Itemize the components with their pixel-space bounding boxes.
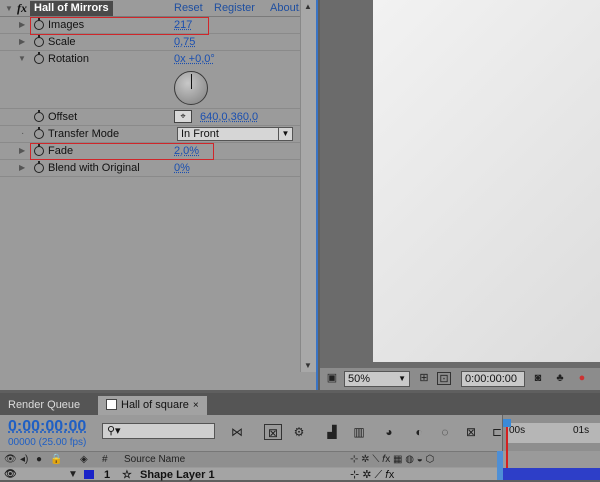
viewer-timecode[interactable]: 0:00:00:00 <box>461 371 525 387</box>
effect-controls-panel: ▼ fx Hall of Mirrors Reset Register Abou… <box>0 0 318 390</box>
frame-blending-icon[interactable]: ▥ <box>350 424 368 440</box>
property-label-scale: Scale <box>48 36 76 48</box>
snapshot-icon[interactable]: ◙ <box>531 372 545 385</box>
effect-name-label: Hall of Mirrors <box>30 1 113 16</box>
hide-shy-layers-icon[interactable]: ▟ <box>323 424 341 440</box>
property-row-transfer-mode: · Transfer Mode In Front ▼ <box>0 126 300 143</box>
dropdown-arrow-icon: ▼ <box>278 128 292 140</box>
property-value-blend[interactable]: 0% <box>174 160 190 176</box>
twirl-closed-icon[interactable]: ▶ <box>19 34 25 50</box>
transfer-mode-dropdown[interactable]: In Front ▼ <box>177 127 293 141</box>
channel-rgb-icon[interactable]: ● <box>575 372 589 385</box>
highlight-images <box>30 17 209 35</box>
live-update-icon[interactable]: ⊠ <box>264 424 282 440</box>
property-value-rotation[interactable]: 0x +0,0° <box>174 51 215 67</box>
column-source-name[interactable]: Source Name <box>124 452 185 467</box>
tab-render-queue[interactable]: Render Queue <box>0 396 88 415</box>
tab-hall-of-square[interactable]: Hall of square × <box>98 396 207 415</box>
stopwatch-icon[interactable] <box>34 52 44 64</box>
auto-keyframe-icon[interactable]: ⊠ <box>462 424 480 440</box>
safe-zones-icon[interactable]: ⊞ <box>417 372 431 385</box>
ruler-label-mark: 01s <box>573 425 590 436</box>
draft-3d-icon[interactable]: ⚙ <box>290 424 308 440</box>
property-label-blend: Blend with Original <box>48 162 140 174</box>
viewer-toolbar: ▣ 50% ▼ ⊞ ⊡ 0:00:00:00 ◙ ♣ ● <box>320 368 600 390</box>
bullet-icon: · <box>21 128 25 139</box>
search-icon: ⚲▾ <box>107 425 121 437</box>
ruler-label-start: 00s <box>509 425 526 436</box>
transfer-mode-value: In Front <box>181 128 219 140</box>
playhead-handle[interactable] <box>503 419 511 427</box>
zoom-value: 50% <box>348 373 371 385</box>
effect-twirl-icon[interactable]: ▼ <box>5 1 13 17</box>
stopwatch-icon[interactable] <box>34 127 44 139</box>
close-icon[interactable]: × <box>193 400 199 411</box>
motion-blur-icon[interactable]: ◕ <box>380 424 398 440</box>
frame-rate-display: 00000 (25.00 fps) <box>8 437 87 448</box>
composition-panel: ▣ 50% ▼ ⊞ ⊡ 0:00:00:00 ◙ ♣ ● <box>320 0 600 390</box>
graph-editor-icon[interactable]: ◌ <box>436 424 454 440</box>
property-row-scale: ▶ Scale 0,75 <box>0 34 300 51</box>
property-value-offset[interactable]: 640,0,360,0 <box>200 109 258 125</box>
stopwatch-icon[interactable] <box>34 35 44 47</box>
register-link[interactable]: Register <box>214 0 255 16</box>
tab-label: Render Queue <box>8 399 81 411</box>
timeline-panel: 0:00:00:00 00000 (25.00 fps) ⚲▾ ⋈ ⊠ ⚙ ▟ … <box>0 415 600 481</box>
twirl-closed-icon[interactable]: ▶ <box>19 160 25 176</box>
composition-icon <box>106 399 117 410</box>
layer-column-header: 👁 ◂) ● 🔒 ◈ # Source Name ⊹ ✲ ⟍ 𝑓x ▦ ◍ ◒ … <box>0 451 502 467</box>
switches-icons: ⊹ ✲ ⟍ 𝑓x ▦ ◍ ◒ ⬡ <box>350 454 435 465</box>
current-time-display[interactable]: 0:00:00:00 <box>8 418 86 436</box>
rotation-dial[interactable] <box>174 71 208 105</box>
composition-canvas[interactable] <box>373 0 600 362</box>
property-row-offset: Offset ⌖ 640,0,360,0 <box>0 109 300 126</box>
twirl-closed-icon[interactable]: ▶ <box>19 17 25 33</box>
show-snapshot-icon[interactable]: ♣ <box>553 372 567 385</box>
audio-icon[interactable]: ◂) <box>20 452 28 467</box>
eye-icon[interactable]: 👁 <box>4 452 17 467</box>
layer-search-input[interactable]: ⚲▾ <box>102 423 215 439</box>
tab-label: Hall of square <box>121 399 189 411</box>
label-color-swatch[interactable] <box>84 470 94 479</box>
brainstorm-icon[interactable]: ◐ <box>410 424 428 440</box>
effect-panel-scrollbar[interactable]: ▲ ▼ <box>300 0 316 372</box>
property-label-transfer-mode: Transfer Mode <box>48 128 120 140</box>
property-value-scale[interactable]: 0,75 <box>174 34 195 50</box>
stopwatch-icon[interactable] <box>34 110 44 122</box>
property-row-rotation: ▼ Rotation 0x +0,0° <box>0 51 300 109</box>
zoom-dropdown[interactable]: 50% ▼ <box>344 371 410 387</box>
property-label-rotation: Rotation <box>48 53 89 65</box>
layer-duration-bar[interactable] <box>502 468 600 480</box>
always-preview-icon[interactable]: ▣ <box>325 372 339 385</box>
layer-row[interactable]: 👁 ▼ 1 ☆ Shape Layer 1 ⊹ ✲ ⟋ 𝑓x <box>0 468 502 481</box>
time-ruler[interactable]: 00s 01s <box>502 415 600 480</box>
effect-header-row[interactable]: ▼ fx Hall of Mirrors Reset Register Abou… <box>0 0 308 17</box>
work-area-start-handle[interactable] <box>497 451 503 480</box>
crosshair-icon[interactable]: ⌖ <box>174 110 192 123</box>
property-label-offset: Offset <box>48 111 78 123</box>
twirl-closed-icon[interactable]: ▶ <box>19 143 25 159</box>
lock-icon[interactable]: 🔒 <box>50 452 62 467</box>
stopwatch-icon[interactable] <box>34 161 44 173</box>
fx-toggle-icon[interactable]: fx <box>17 0 27 16</box>
label-icon[interactable]: ◈ <box>80 452 88 467</box>
composition-mini-flowchart-icon[interactable]: ⋈ <box>228 424 246 440</box>
dropdown-arrow-icon: ▼ <box>398 374 406 383</box>
scroll-down-icon[interactable]: ▼ <box>304 361 312 370</box>
reset-link[interactable]: Reset <box>174 0 203 16</box>
twirl-open-icon[interactable]: ▼ <box>18 51 26 67</box>
solo-icon[interactable]: ● <box>36 452 42 467</box>
highlight-fade <box>30 143 214 160</box>
property-row-blend: ▶ Blend with Original 0% <box>0 160 300 177</box>
timeline-tab-bar: Render Queue Hall of square × <box>0 393 600 415</box>
grid-toggle-icon[interactable]: ⊡ <box>437 372 451 385</box>
scroll-up-icon[interactable]: ▲ <box>304 2 312 11</box>
column-number: # <box>102 454 108 465</box>
